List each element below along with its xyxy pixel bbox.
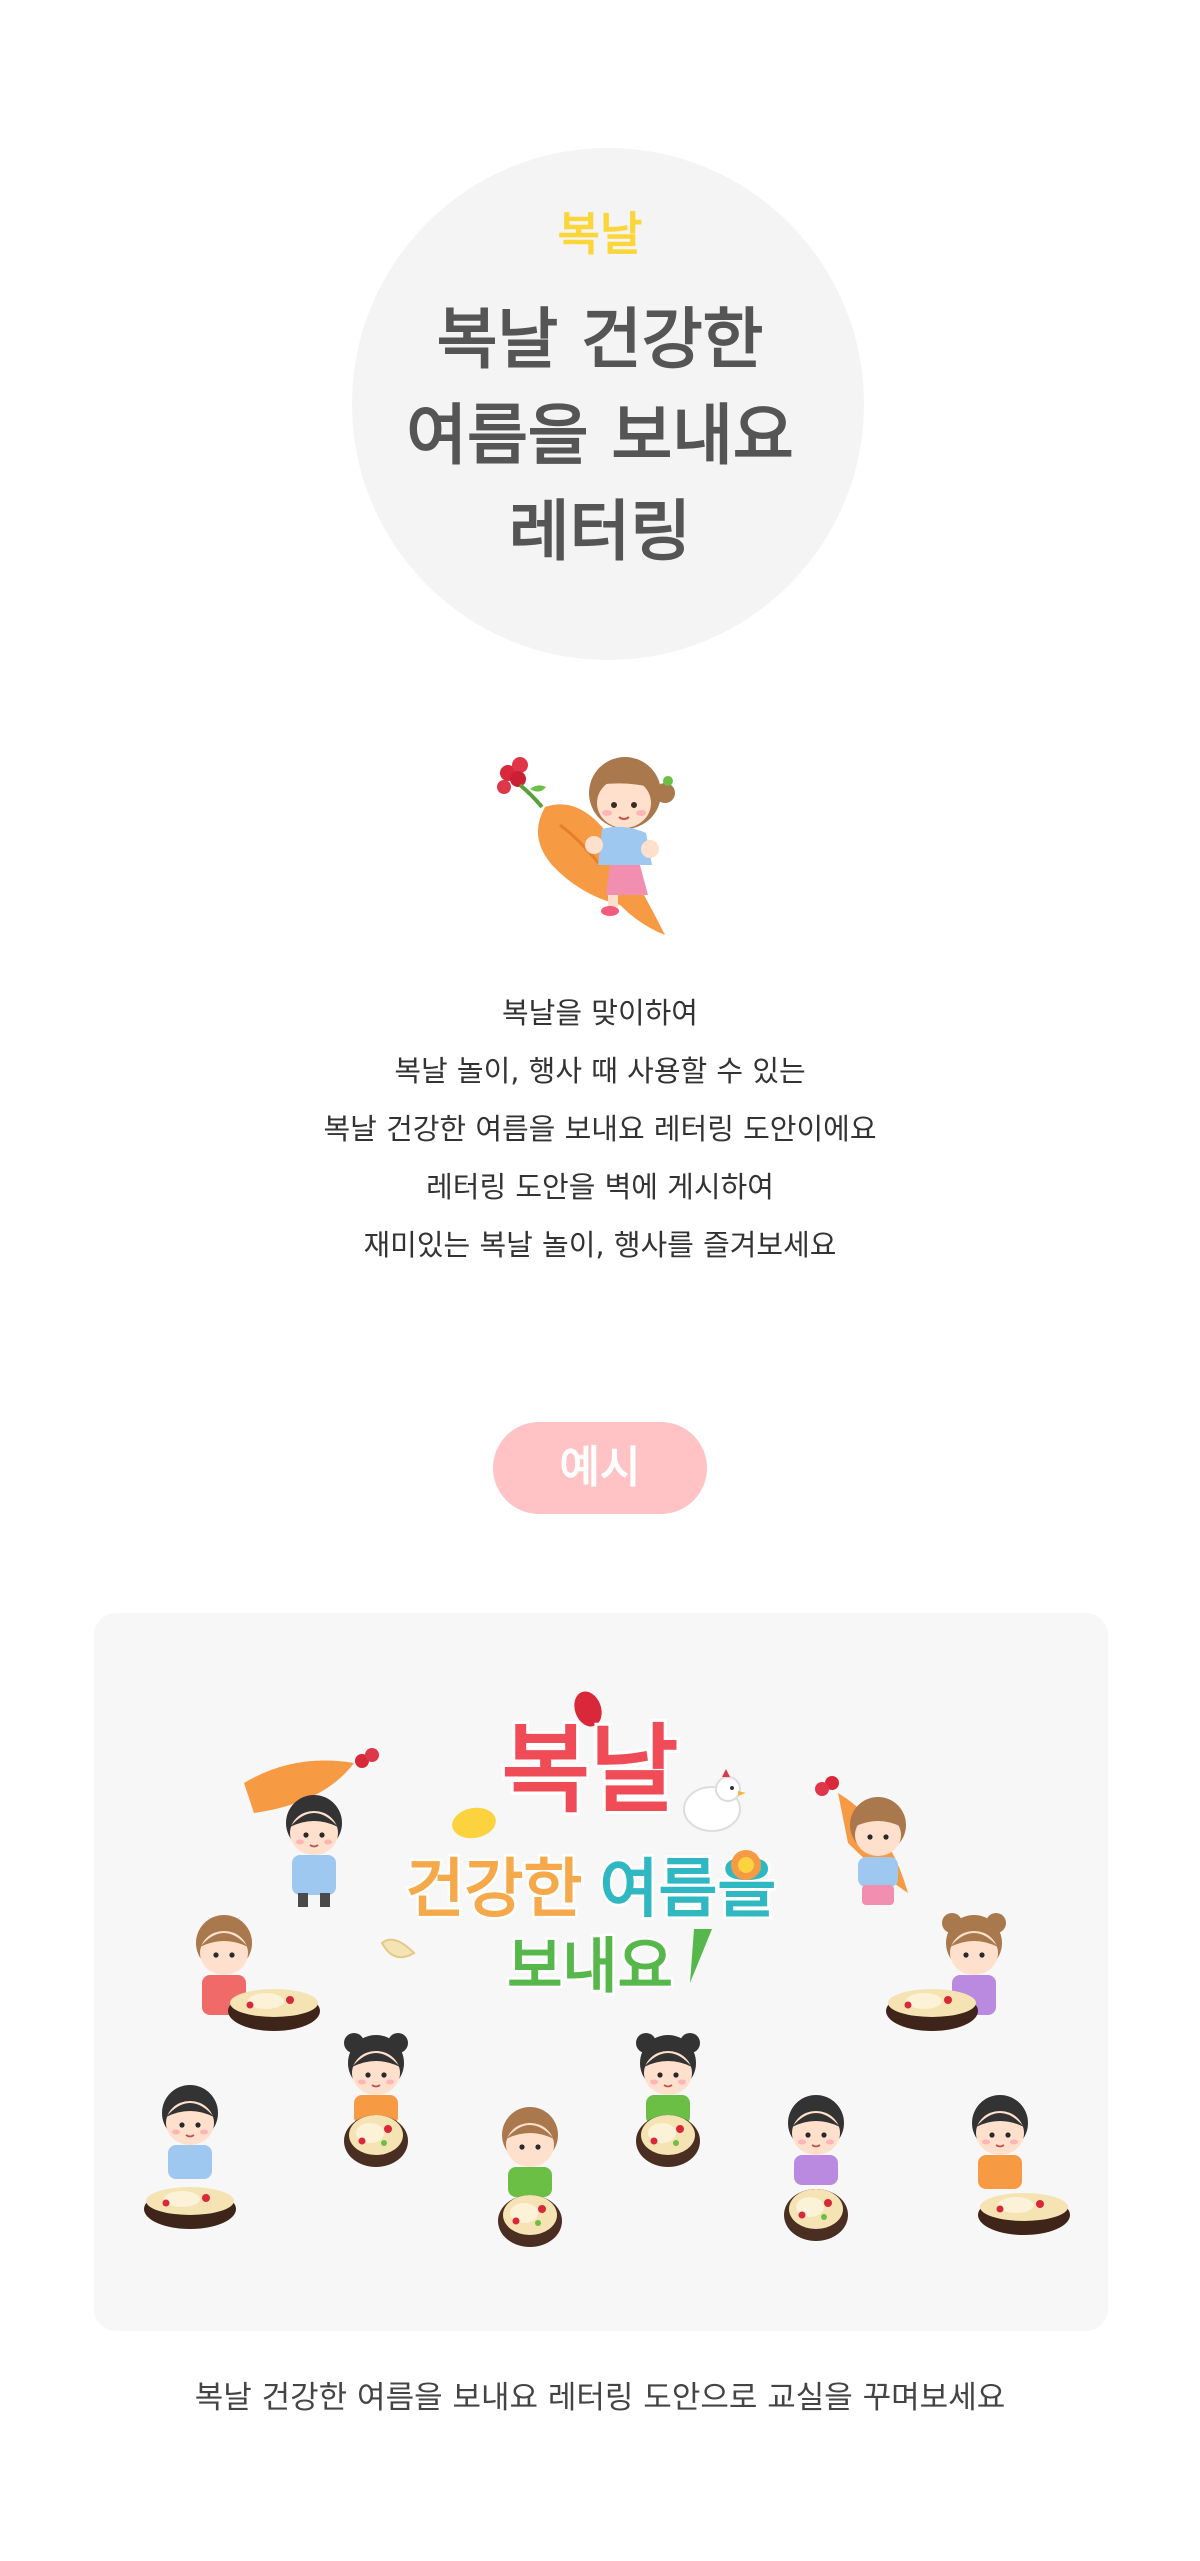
lettering-word-4: 보내요 [507, 1932, 673, 2002]
kid-with-bowl-3 [498, 2107, 562, 2247]
kid-with-pot-left [196, 1915, 320, 2031]
kid-with-bowl-4 [784, 2094, 848, 2241]
kid-with-pot-bottom-right [971, 2094, 1070, 2235]
kid-with-pot-right [886, 1913, 1006, 2031]
ginseng-root [537, 804, 665, 935]
lettering-artwork: 복날 건강한 여름을 보내요 [380, 1691, 779, 2005]
intro-line-5: 재미있는 복날 놀이, 행사를 즐겨보세요 [363, 1228, 837, 1262]
jujube-berries-icon [497, 757, 546, 809]
intro-line-4: 레터링 도안을 벽에 게시하여 [426, 1170, 774, 1204]
hero-title: 복날 건강한 여름을 보내요 레터링 [0, 292, 1200, 580]
kid-with-bowl-2 [636, 2033, 700, 2167]
hero-title-line-2: 여름을 보내요 [406, 397, 794, 474]
intro-line-3: 복날 건강한 여름을 보내요 레터링 도안이에요 [323, 1112, 877, 1146]
intro-line-2: 복날 놀이, 행사 때 사용할 수 있는 [394, 1054, 806, 1088]
lettering-word-2: 건강한 [406, 1853, 583, 1927]
intro-line-1: 복날을 맞이하여 [502, 996, 698, 1030]
boy-with-ginseng-illustration [244, 1748, 379, 1907]
example-scene: 복날 건강한 여름을 보내요 [144, 1691, 1070, 2247]
lettering-word-1: 복날 [502, 1714, 679, 1826]
example-caption: 복날 건강한 여름을 보내요 레터링 도안으로 교실을 꾸며보세요 [194, 2380, 1006, 2416]
example-badge: 예시 [493, 1422, 707, 1514]
girl-with-ginseng-small-illustration [815, 1776, 908, 1905]
hero-title-line-1: 복날 건강한 [436, 301, 764, 378]
intro-text: 복날을 맞이하여 복날 놀이, 행사 때 사용할 수 있는 복날 건강한 여름을… [0, 984, 1200, 1274]
kid-with-bowl-1 [344, 2033, 408, 2167]
hero-tag: 복날 [557, 207, 643, 261]
girl-with-ginseng-illustration [497, 757, 675, 935]
example-panel: 복날 건강한 여름을 보내요 [94, 1613, 1108, 2331]
chicken-icon [683, 1769, 746, 1832]
hero-title-line-3: 레터링 [508, 493, 692, 570]
kid-with-pot-bottom-left [144, 2084, 236, 2229]
